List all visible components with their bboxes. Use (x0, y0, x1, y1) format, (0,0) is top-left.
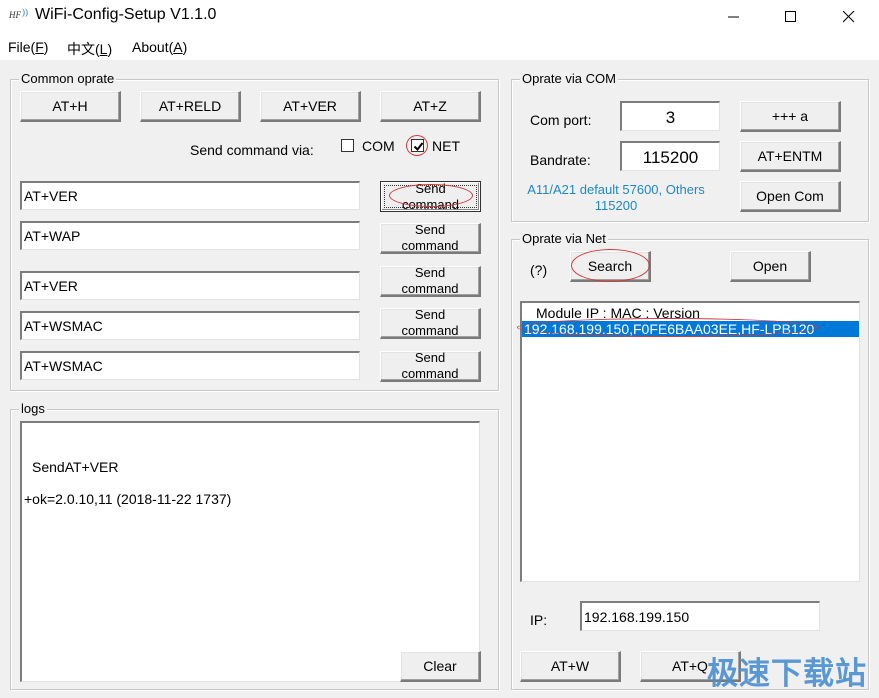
logs-title: logs (19, 401, 47, 416)
at-h-button[interactable]: AT+H (20, 91, 121, 122)
send-command-button-2[interactable]: Send command (380, 222, 481, 254)
clear-logs-button[interactable]: Clear (400, 651, 481, 682)
com-port-input[interactable] (620, 101, 720, 131)
baudrate-label: Bandrate: (530, 152, 591, 168)
log-line-1: SendAT+VER (32, 459, 119, 475)
minimize-button[interactable] (705, 0, 763, 34)
send-command-button-4[interactable]: Send command (380, 307, 481, 339)
net-checkbox[interactable] (411, 139, 424, 152)
send-command-button-3[interactable]: Send command (380, 265, 481, 297)
com-operate-title: Oprate via COM (520, 71, 618, 86)
checkmark-icon (413, 142, 424, 152)
search-button[interactable]: Search (570, 251, 651, 282)
minimize-icon (728, 16, 739, 18)
module-list-header: Module IP : MAC : Version (536, 305, 700, 321)
command-input-5[interactable] (20, 351, 360, 380)
module-list[interactable]: Module IP : MAC : Version 192.168.199.15… (520, 301, 860, 582)
command-input-4[interactable] (20, 311, 360, 340)
plus-a-button[interactable]: +++ a (740, 101, 841, 132)
menu-language[interactable]: 中文(L) (67, 39, 112, 59)
com-checkbox[interactable] (341, 139, 354, 152)
close-button[interactable] (820, 0, 878, 34)
send-via-label: Send command via: (190, 142, 314, 158)
send-command-button-5[interactable]: Send command (380, 350, 481, 382)
menu-file[interactable]: File(F) (8, 39, 48, 55)
menu-about[interactable]: About(A) (132, 39, 187, 55)
com-port-label: Com port: (530, 112, 592, 128)
baudrate-hint: A11/A21 default 57600, Others 115200 (527, 182, 705, 213)
at-reld-button[interactable]: AT+RELD (140, 91, 241, 122)
window-title: WiFi-Config-Setup V1.1.0 (35, 6, 217, 23)
baudrate-input[interactable] (620, 141, 720, 171)
common-operate-title: Common oprate (19, 71, 117, 86)
ip-label: IP: (530, 612, 548, 628)
com-checkbox-label: COM (362, 138, 395, 154)
logs-textarea[interactable]: SendAT+VER +ok=2.0.10,11 (2018-11-22 173… (20, 421, 480, 682)
ip-input[interactable] (580, 601, 820, 631)
title-bar: HF)) WiFi-Config-Setup V1.1.0 (0, 0, 879, 34)
module-list-item[interactable]: 192.168.199.150,F0FE6BAA03EE,HF-LPB120 (522, 321, 859, 337)
open-com-button[interactable]: Open Com (740, 181, 841, 212)
maximize-button[interactable] (762, 0, 820, 34)
hf-wifi-logo-icon: HF)) (9, 7, 28, 20)
maximize-icon (785, 11, 796, 22)
command-input-2[interactable] (20, 221, 360, 250)
at-w-button[interactable]: AT+W (520, 651, 621, 682)
at-entm-button[interactable]: AT+ENTM (740, 141, 841, 172)
net-operate-title: Oprate via Net (520, 231, 608, 246)
send-command-button-1[interactable]: Send command (380, 181, 481, 212)
command-input-3[interactable] (20, 271, 360, 300)
close-icon (843, 11, 855, 23)
help-link[interactable]: (?) (530, 262, 547, 278)
watermark-text: 极速下载站 (707, 656, 867, 692)
menu-bar: File(F) 中文(L) About(A) (0, 34, 879, 60)
open-net-button[interactable]: Open (730, 251, 811, 282)
at-ver-button[interactable]: AT+VER (260, 91, 361, 122)
net-checkbox-label: NET (432, 138, 460, 154)
at-z-button[interactable]: AT+Z (380, 91, 481, 122)
command-input-1[interactable] (20, 181, 360, 210)
log-line-2: +ok=2.0.10,11 (2018-11-22 1737) (24, 491, 232, 507)
